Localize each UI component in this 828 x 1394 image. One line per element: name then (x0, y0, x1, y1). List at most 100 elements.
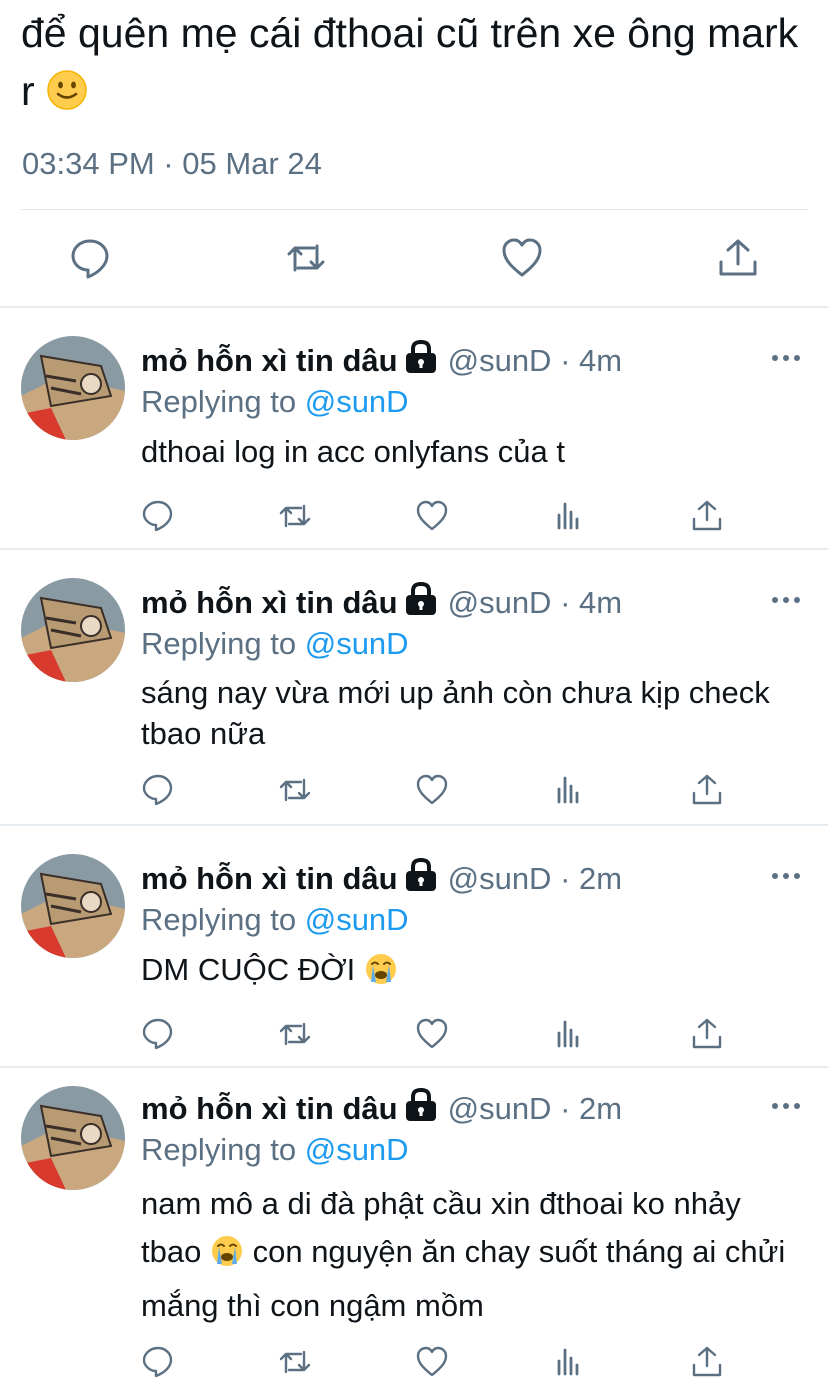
avatar-image (21, 578, 125, 682)
heart-icon (416, 500, 448, 531)
tweet-time: 2m (579, 1091, 623, 1126)
reply-icon (142, 1018, 173, 1050)
tweet-text-content: DM CUỘC ĐỜI (141, 952, 356, 987)
avatar-image (21, 1086, 125, 1190)
meta-separator: · (551, 861, 580, 896)
analytics-button[interactable] (553, 773, 587, 807)
reply-tweet[interactable]: mỏ hỗn xì tin dâu @sunD · 4m Replying to … (0, 550, 828, 824)
loudly-crying-face-emoji (364, 952, 398, 998)
author-name[interactable]: mỏ hỗn xì tin dâu (141, 343, 398, 378)
meta-separator: · (551, 343, 580, 378)
tweet-text: nam mô a di đà phật cầu xin đthoai ko nh… (141, 1180, 801, 1330)
mention-link[interactable]: @sunD (305, 626, 409, 661)
reply-tweet[interactable]: mỏ hỗn xì tin dâu @sunD · 4m Replying to … (0, 308, 828, 548)
author-handle[interactable]: @sunD (448, 343, 552, 378)
reply-button[interactable] (141, 773, 175, 807)
main-tweet-text-content: để quên mẹ cái đthoai cũ trên xe ông mar… (21, 10, 799, 114)
lock-icon (404, 1088, 438, 1122)
divider (21, 209, 808, 210)
mention-link[interactable]: @sunD (305, 1132, 409, 1167)
tweet-text: DM CUỘC ĐỜI (141, 948, 801, 998)
share-button[interactable] (690, 773, 724, 807)
avatar[interactable] (21, 1086, 125, 1190)
heart-icon (416, 1018, 448, 1049)
analytics-button[interactable] (553, 499, 587, 533)
tweet-timestamp: 03:34 PM · 05 Mar 24 (22, 146, 322, 181)
bar-chart-icon (557, 1020, 579, 1048)
retweet-button[interactable] (284, 236, 328, 280)
share-icon (719, 239, 757, 276)
share-icon (692, 1018, 722, 1049)
share-button[interactable] (716, 236, 760, 280)
reply-icon (142, 774, 173, 806)
reply-header: mỏ hỗn xì tin dâu @sunD · 4m (141, 340, 622, 381)
mention-link[interactable]: @sunD (305, 902, 409, 937)
lock-icon (404, 582, 438, 616)
heart-icon (502, 238, 542, 277)
retweet-icon (279, 1022, 311, 1046)
reply-icon (142, 500, 173, 532)
slightly-smiling-face-emoji (46, 68, 88, 126)
author-handle[interactable]: @sunD (448, 1091, 552, 1126)
reply-button[interactable] (141, 1017, 175, 1051)
lock-icon (404, 340, 438, 374)
retweet-icon (279, 1350, 311, 1374)
more-options-icon[interactable] (770, 592, 802, 608)
retweet-button[interactable] (278, 1017, 312, 1051)
replying-to: Replying to @sunD (141, 624, 409, 664)
replying-to-label: Replying to (141, 626, 297, 661)
share-icon (692, 774, 722, 805)
share-button[interactable] (690, 1017, 724, 1051)
replying-to-label: Replying to (141, 902, 297, 937)
retweet-icon (279, 504, 311, 528)
author-name[interactable]: mỏ hỗn xì tin dâu (141, 585, 398, 620)
like-button[interactable] (415, 773, 449, 807)
avatar[interactable] (21, 336, 125, 440)
share-icon (692, 1346, 722, 1377)
tweet-text: sáng nay vừa mới up ảnh còn chưa kịp che… (141, 675, 770, 751)
share-button[interactable] (690, 499, 724, 533)
author-name[interactable]: mỏ hỗn xì tin dâu (141, 861, 398, 896)
replying-to-label: Replying to (141, 384, 297, 419)
bar-chart-icon (557, 776, 579, 804)
meta-separator: · (551, 585, 580, 620)
analytics-button[interactable] (553, 1017, 587, 1051)
main-tweet: để quên mẹ cái đthoai cũ trên xe ông mar… (0, 0, 828, 306)
more-options-icon[interactable] (770, 350, 802, 366)
share-button[interactable] (690, 1345, 724, 1379)
analytics-button[interactable] (553, 1345, 587, 1379)
tweet-time: 4m (579, 585, 623, 620)
more-options-icon[interactable] (770, 1098, 802, 1114)
more-options-icon[interactable] (770, 868, 802, 884)
like-button[interactable] (500, 236, 544, 280)
tweet-time: 2m (579, 861, 623, 896)
reply-button[interactable] (68, 236, 112, 280)
retweet-button[interactable] (278, 1345, 312, 1379)
bar-chart-icon (557, 1348, 579, 1376)
like-button[interactable] (415, 1345, 449, 1379)
replying-to: Replying to @sunD (141, 382, 409, 422)
author-handle[interactable]: @sunD (448, 585, 552, 620)
reply-button[interactable] (141, 499, 175, 533)
reply-header: mỏ hỗn xì tin dâu @sunD · 2m (141, 858, 622, 899)
tweet-time: 4m (579, 343, 623, 378)
avatar[interactable] (21, 578, 125, 682)
retweet-button[interactable] (278, 773, 312, 807)
avatar-image (21, 336, 125, 440)
retweet-button[interactable] (278, 499, 312, 533)
heart-icon (416, 1346, 448, 1377)
author-handle[interactable]: @sunD (448, 861, 552, 896)
author-name[interactable]: mỏ hỗn xì tin dâu (141, 1091, 398, 1126)
lock-icon (404, 858, 438, 892)
mention-link[interactable]: @sunD (305, 384, 409, 419)
share-icon (692, 500, 722, 531)
reply-tweet[interactable]: mỏ hỗn xì tin dâu @sunD · 2m Replying to … (0, 1068, 828, 1394)
like-button[interactable] (415, 1017, 449, 1051)
avatar[interactable] (21, 854, 125, 958)
reply-tweet[interactable]: mỏ hỗn xì tin dâu @sunD · 2m Replying to … (0, 826, 828, 1066)
tweet-text: dthoai log in acc onlyfans của t (141, 434, 565, 469)
reply-button[interactable] (141, 1345, 175, 1379)
like-button[interactable] (415, 499, 449, 533)
retweet-icon (287, 244, 325, 272)
main-tweet-text: để quên mẹ cái đthoai cũ trên xe ông mar… (21, 4, 811, 126)
